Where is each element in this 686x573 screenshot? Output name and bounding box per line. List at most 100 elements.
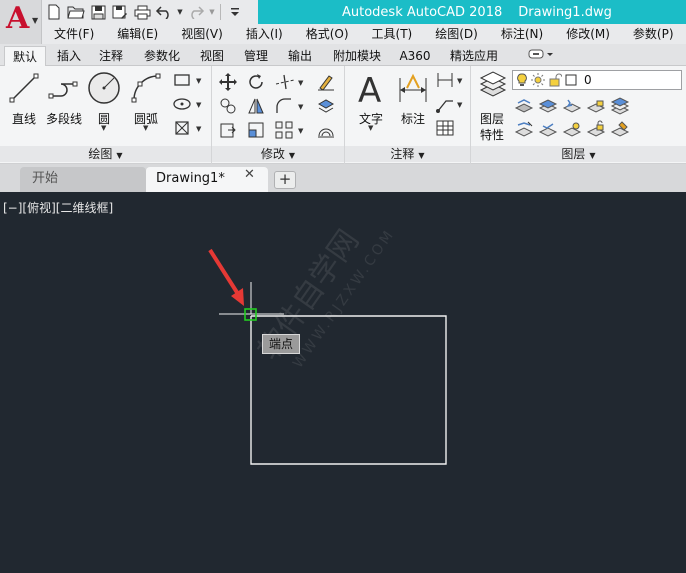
table-icon[interactable] (435, 118, 455, 138)
tab-output[interactable]: 输出 (280, 46, 320, 66)
linear-dimension-icon[interactable] (435, 70, 455, 90)
open-folder-icon[interactable] (66, 3, 86, 21)
arc-button[interactable]: 圆弧 ▼ (122, 68, 170, 132)
redo-dropdown-icon[interactable]: ▼ (208, 3, 216, 21)
ribbon-options-button[interactable] (524, 46, 558, 66)
modify-panel-footer[interactable]: 修改 ▼ (212, 146, 344, 162)
make-current-icon[interactable] (514, 120, 534, 140)
menu-dimension[interactable]: 标注(N) (489, 24, 554, 44)
tab-insert[interactable]: 插入 (50, 46, 88, 66)
tab-start[interactable]: 开始 (20, 167, 146, 192)
application-menu-button[interactable]: A ▼ (0, 0, 42, 44)
menu-draw[interactable]: 绘图(D) (423, 24, 489, 44)
menu-edit[interactable]: 编辑(E) (105, 24, 169, 44)
layer-unlock-icon[interactable] (586, 120, 606, 140)
text-dropdown-icon[interactable]: ▼ (368, 124, 373, 132)
annotation-panel-footer[interactable]: 注释 ▼ (345, 146, 470, 162)
layer-freeze-icon[interactable] (562, 96, 582, 116)
tab-parametric[interactable]: 参数化 (136, 46, 188, 66)
chevron-down-icon: ▼ (32, 16, 39, 25)
rectangle-dropdown-icon[interactable]: ▼ (196, 77, 201, 85)
array-icon[interactable] (274, 120, 294, 140)
tab-annotate[interactable]: 注释 (92, 46, 130, 66)
layer-properties-button[interactable]: 图层 特性 (471, 68, 513, 142)
undo-icon[interactable] (154, 3, 174, 21)
unlock-icon (549, 73, 562, 87)
tab-home[interactable]: 默认 (4, 46, 46, 66)
boundary-dropdown-icon[interactable]: ▼ (196, 125, 201, 133)
trim-icon[interactable] (274, 72, 295, 92)
tab-a360[interactable]: A360 (394, 46, 436, 66)
offset-icon[interactable] (316, 120, 336, 140)
circle-dropdown-icon[interactable]: ▼ (101, 124, 106, 132)
layers-panel: 图层 特性 0 图层 ▼ (471, 66, 686, 164)
layer-walk-icon[interactable] (610, 96, 630, 116)
copy-icon[interactable] (218, 96, 238, 116)
mirror-icon[interactable] (246, 96, 266, 116)
annotation-panel-title: 注释 (390, 147, 415, 161)
match-layer-icon[interactable] (538, 120, 558, 140)
menu-file[interactable]: 文件(F) (42, 24, 105, 44)
customize-qat-icon[interactable] (225, 3, 245, 21)
redo-icon[interactable] (186, 3, 206, 21)
text-button[interactable]: A 文字 ▼ (347, 68, 395, 132)
autocad-logo-icon: A (6, 1, 30, 36)
erase-icon[interactable] (316, 72, 336, 92)
sun-icon (531, 73, 545, 87)
linear-dimension-dropdown-icon[interactable]: ▼ (457, 77, 462, 85)
draw-panel-title: 绘图 (88, 147, 113, 161)
layers-panel-footer[interactable]: 图层 ▼ (471, 146, 686, 162)
draw-panel-footer[interactable]: 绘图 ▼ (0, 146, 211, 162)
dimension-button[interactable]: 标注 (389, 68, 437, 128)
stretch-icon[interactable] (218, 120, 238, 140)
fillet-dropdown-icon[interactable]: ▼ (298, 103, 303, 111)
draw-panel: 直线 多段线 圆 ▼ 圆弧 ▼ ▼ ▼ ▼ 绘图 ▼ (0, 66, 212, 164)
layer-isolate-icon[interactable] (538, 96, 558, 116)
menu-view[interactable]: 视图(V) (169, 24, 234, 44)
ribbon-tab-bar: 默认 插入 注释 参数化 视图 管理 输出 附加模块 A360 精选应用 (0, 44, 686, 66)
explode-icon[interactable] (316, 96, 336, 116)
trim-dropdown-icon[interactable]: ▼ (298, 79, 303, 87)
menu-format[interactable]: 格式(O) (294, 24, 360, 44)
ribbon: 直线 多段线 圆 ▼ 圆弧 ▼ ▼ ▼ ▼ 绘图 ▼ ▼ ▼ ▼ 修改 ▼ A … (0, 66, 686, 164)
menu-parametric[interactable]: 参数(P) (621, 24, 685, 44)
tab-featured-apps[interactable]: 精选应用 (442, 46, 506, 66)
close-icon[interactable]: ✕ (244, 167, 255, 182)
layer-off-icon[interactable] (514, 96, 534, 116)
layer-lock-icon[interactable] (586, 96, 606, 116)
tab-addins[interactable]: 附加模块 (324, 46, 390, 66)
modify-panel-title: 修改 (260, 147, 285, 161)
hatch-dropdown-icon[interactable]: ▼ (196, 101, 201, 109)
hatch-icon[interactable] (172, 94, 192, 114)
scale-icon[interactable] (246, 120, 266, 140)
layer-thaw-icon[interactable] (562, 120, 582, 140)
circle-button[interactable]: 圆 ▼ (80, 68, 128, 132)
rotate-icon[interactable] (246, 72, 266, 92)
layer-color-swatch-icon (565, 74, 577, 86)
array-dropdown-icon[interactable]: ▼ (298, 127, 303, 135)
tab-view[interactable]: 视图 (194, 46, 230, 66)
layer-dropdown[interactable]: 0 (512, 70, 682, 90)
print-icon[interactable] (132, 3, 152, 21)
fillet-icon[interactable] (274, 96, 294, 116)
rectangle-icon[interactable] (172, 70, 192, 90)
menu-insert[interactable]: 插入(I) (234, 24, 294, 44)
save-as-icon[interactable] (110, 3, 130, 21)
new-file-icon[interactable] (44, 3, 64, 21)
move-icon[interactable] (218, 72, 238, 92)
save-icon[interactable] (88, 3, 108, 21)
menu-modify[interactable]: 修改(M) (554, 24, 621, 44)
annotation-panel: A 文字 ▼ 标注 ▼ ▼ 注释 ▼ (345, 66, 471, 164)
arc-dropdown-icon[interactable]: ▼ (143, 124, 148, 132)
boundary-icon[interactable] (172, 118, 192, 138)
leader-dropdown-icon[interactable]: ▼ (457, 101, 462, 109)
layer-merge-icon[interactable] (610, 120, 630, 140)
undo-dropdown-icon[interactable]: ▼ (176, 3, 184, 21)
layer-properties-label-line1: 图层 (479, 112, 504, 126)
tab-manage[interactable]: 管理 (236, 46, 276, 66)
menu-tools[interactable]: 工具(T) (360, 24, 424, 44)
app-name: Autodesk AutoCAD 2018 (342, 4, 503, 20)
new-tab-button[interactable]: + (274, 171, 296, 189)
drawing-area[interactable]: [−][俯视][二维线框] 软件自学网 WWW.RJZXW.COM 端点 (0, 192, 686, 573)
leader-icon[interactable] (435, 94, 455, 114)
